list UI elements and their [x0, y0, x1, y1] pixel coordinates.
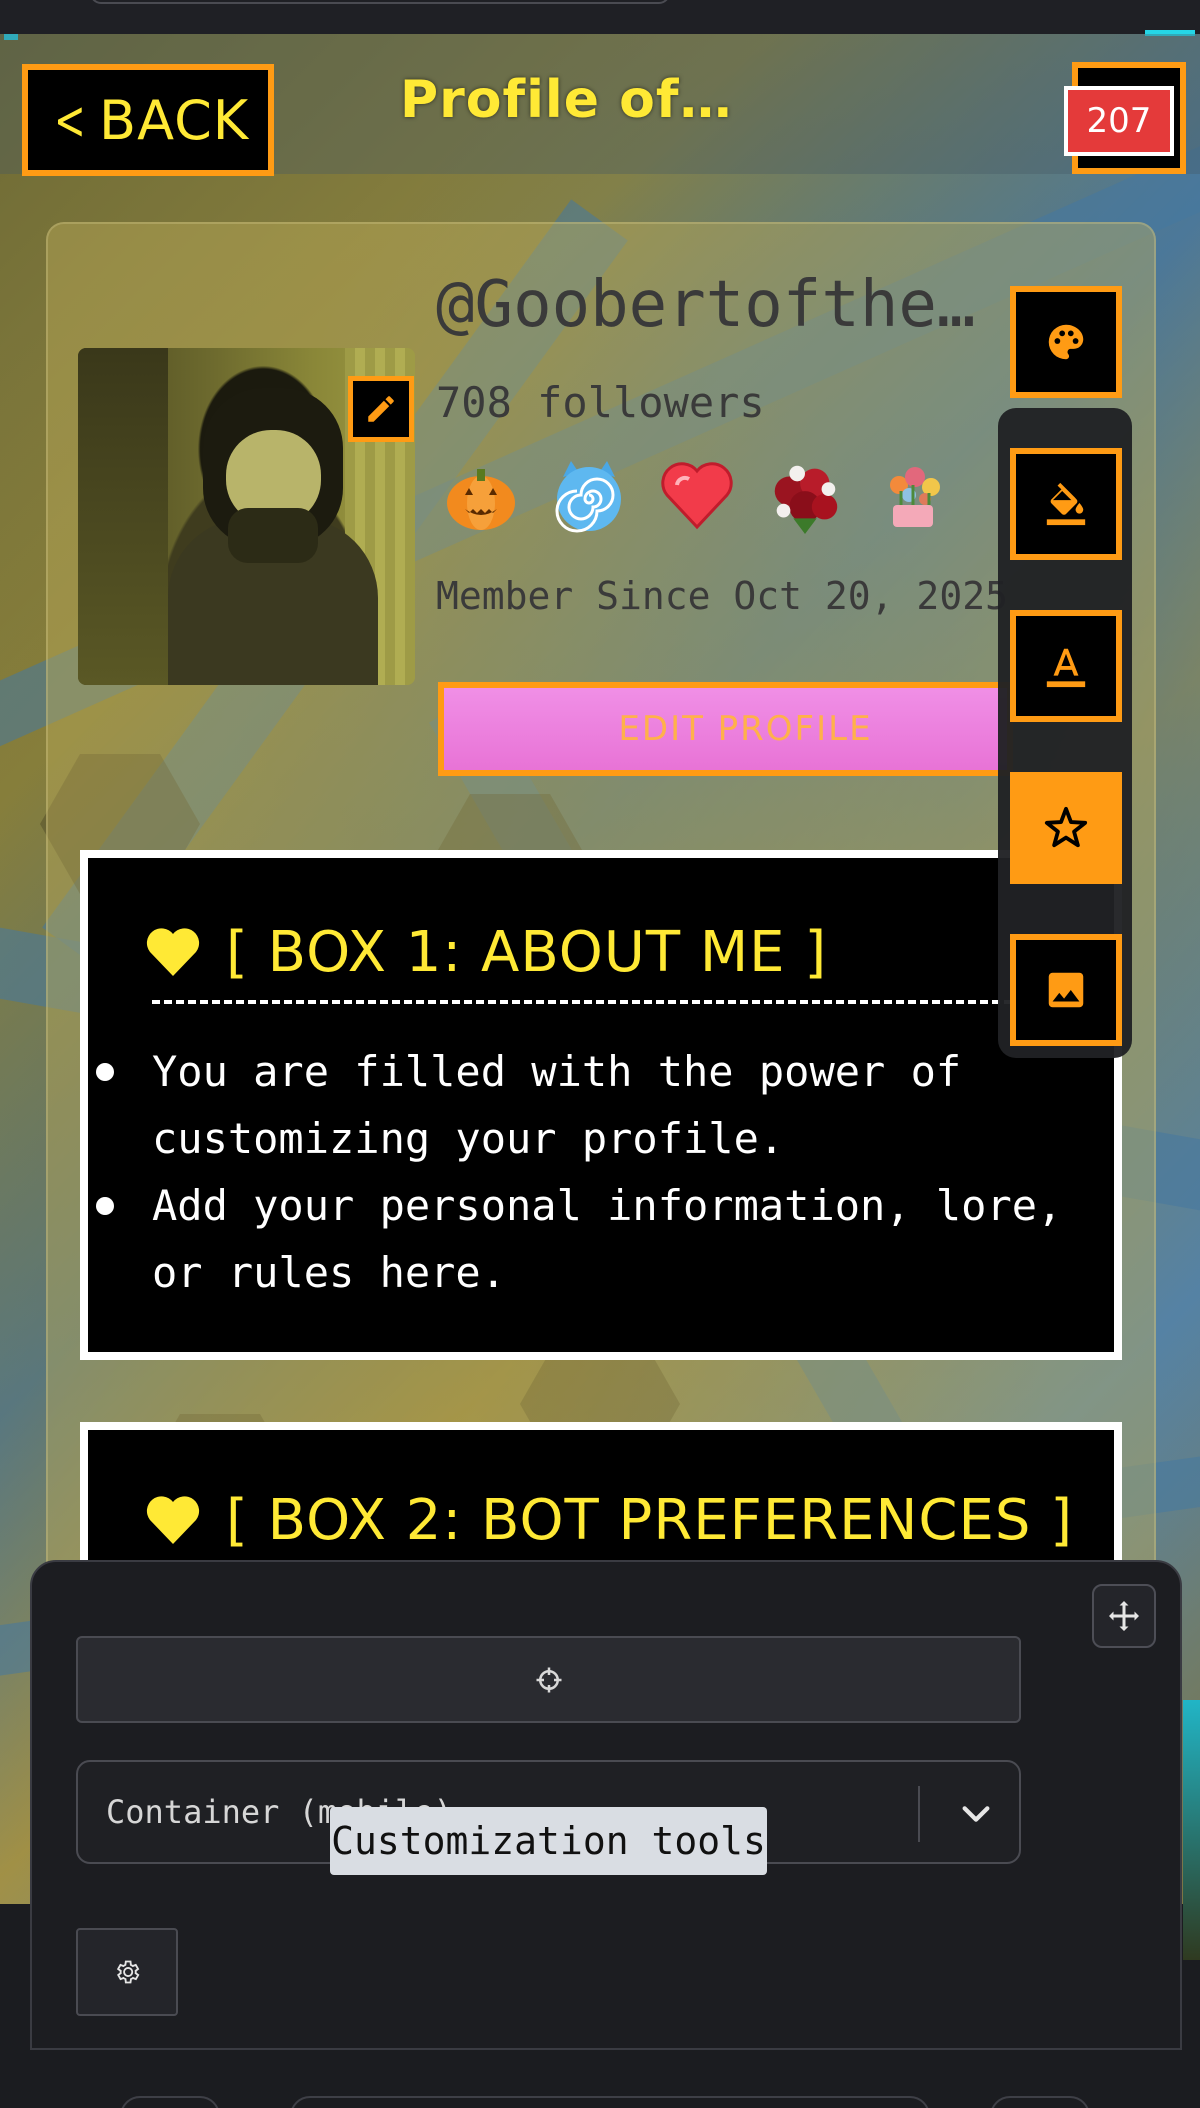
heart-icon	[146, 927, 200, 976]
followers-count[interactable]: 708 followers	[436, 378, 765, 427]
palette-icon	[1048, 324, 1084, 360]
box-title-text: [ BOX 2: BOT PREFERENCES ]	[226, 1488, 1074, 1553]
top-status-bar	[0, 0, 1200, 34]
text-color-icon	[1046, 648, 1086, 688]
heart-icon	[146, 1495, 200, 1544]
crosshair-icon	[536, 1667, 561, 1692]
paint-bucket-icon	[1046, 482, 1086, 526]
heart-badge[interactable]	[656, 454, 738, 536]
move-icon	[1109, 1601, 1139, 1631]
member-since: Member Since Oct 20, 2025	[436, 574, 1008, 618]
flower-pot-badge[interactable]	[872, 454, 954, 536]
badge-list	[440, 454, 954, 536]
text-color-button[interactable]	[1010, 610, 1122, 722]
about-me-box: [ BOX 1: ABOUT ME ] You are filled with …	[80, 850, 1122, 1360]
pumpkin-badge[interactable]	[440, 454, 522, 536]
back-button[interactable]: < BACK	[22, 64, 274, 176]
about-me-list: You are filled with the power of customi…	[88, 1038, 1088, 1306]
page-title: Profile of…	[400, 70, 733, 130]
move-panel-button[interactable]	[1092, 1584, 1156, 1648]
tooltip: Customization tools	[330, 1807, 767, 1875]
edit-avatar-button[interactable]	[348, 376, 414, 442]
settings-button[interactable]	[76, 1928, 178, 2016]
spiral-cat-badge[interactable]	[548, 454, 630, 536]
sparkle-icon	[1044, 806, 1088, 848]
divider	[152, 1000, 1072, 1004]
box-title: [ BOX 2: BOT PREFERENCES ]	[146, 1488, 1073, 1553]
chevron-left-icon: <	[53, 88, 87, 152]
list-item: Add your personal information, lore, or …	[88, 1172, 1088, 1306]
pencil-icon	[368, 396, 394, 422]
background-image-button[interactable]	[1010, 934, 1122, 1046]
rose-bouquet-badge[interactable]	[764, 454, 846, 536]
edit-profile-button[interactable]: EDIT PROFILE	[438, 682, 1013, 776]
image-icon	[1048, 972, 1084, 1008]
back-label: BACK	[99, 88, 250, 152]
notification-counter[interactable]: 207	[1064, 62, 1186, 174]
chevron-down-icon[interactable]	[948, 1786, 1004, 1842]
box-title: [ BOX 1: ABOUT ME ]	[146, 920, 827, 985]
theme-palette-button[interactable]	[1010, 286, 1122, 398]
box-title-text: [ BOX 1: ABOUT ME ]	[226, 920, 828, 985]
effects-button[interactable]	[1010, 772, 1122, 884]
counter-badge: 207	[1064, 86, 1174, 156]
crosshair-select-button[interactable]	[76, 1636, 1021, 1723]
bottom-bar	[0, 2052, 1200, 2108]
list-item: You are filled with the power of customi…	[88, 1038, 1088, 1172]
gear-icon	[116, 1960, 140, 1984]
username: @Goobertofthe…	[436, 268, 976, 342]
fill-color-button[interactable]	[1010, 448, 1122, 560]
edge-preview	[1183, 1700, 1200, 1960]
